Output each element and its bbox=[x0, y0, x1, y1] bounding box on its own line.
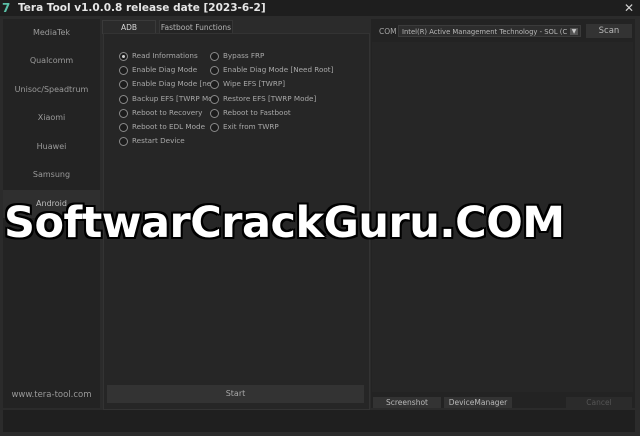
option-label: Enable Diag Mode bbox=[132, 65, 198, 74]
option-label: Enable Diag Mode [Need Root] bbox=[223, 65, 334, 74]
option-label: Restore EFS [TWRP Mode] bbox=[223, 94, 317, 103]
option-label: Reboot to EDL Mode bbox=[132, 122, 206, 131]
start-button[interactable]: Start bbox=[107, 385, 364, 403]
radio-icon bbox=[210, 52, 219, 61]
sidebar-item-unisoc[interactable]: Unisoc/Speadtrum bbox=[3, 76, 100, 104]
app-logo-icon: 7 bbox=[2, 1, 11, 15]
option-label: Reboot to Recovery bbox=[132, 108, 203, 117]
device-manager-button[interactable]: DeviceManager bbox=[444, 397, 512, 408]
sidebar-item-mediatek[interactable]: MediaTek bbox=[3, 19, 100, 47]
log-output-area[interactable] bbox=[372, 42, 633, 392]
radio-icon bbox=[119, 66, 128, 75]
sidebar-item-android[interactable]: Android bbox=[3, 190, 100, 218]
radio-icon bbox=[210, 66, 219, 75]
sidebar-item-xiaomi[interactable]: Xiaomi bbox=[3, 104, 100, 132]
option-label: Exit from TWRP bbox=[223, 122, 279, 131]
radio-selected-icon bbox=[119, 52, 128, 61]
sidebar-item-qualcomm[interactable]: Qualcomm bbox=[3, 47, 100, 75]
adb-functions-panel bbox=[103, 33, 370, 410]
com-port-value: Intel(R) Active Management Technology - … bbox=[402, 28, 568, 36]
option-label: Restart Device bbox=[132, 136, 185, 145]
cancel-button[interactable]: Cancel bbox=[566, 397, 632, 408]
brand-sidebar: MediaTek Qualcomm Unisoc/Speadtrum Xiaom… bbox=[3, 19, 100, 408]
option-label: Backup EFS [TWRP Mod bbox=[132, 94, 218, 103]
title-bar: 7 Tera Tool v1.0.0.8 release date [2023-… bbox=[0, 0, 640, 16]
tab-adb-functions[interactable]: ADB Functions bbox=[102, 20, 156, 45]
radio-icon bbox=[119, 95, 128, 104]
sidebar-item-huawei[interactable]: Huawei bbox=[3, 133, 100, 161]
radio-icon bbox=[119, 109, 128, 118]
radio-icon bbox=[119, 123, 128, 132]
option-label: Wipe EFS [TWRP] bbox=[223, 79, 286, 88]
chevron-down-icon[interactable]: ▼ bbox=[570, 28, 578, 35]
option-label: Enable Diag Mode [new bbox=[132, 79, 218, 88]
radio-icon bbox=[210, 80, 219, 89]
option-label: Bypass FRP bbox=[223, 51, 265, 60]
close-icon[interactable]: ✕ bbox=[624, 0, 634, 16]
status-bar bbox=[3, 410, 635, 432]
radio-icon bbox=[119, 137, 128, 146]
radio-icon bbox=[119, 80, 128, 89]
radio-icon bbox=[210, 95, 219, 104]
option-label: Read Informations bbox=[132, 51, 198, 60]
screenshot-button[interactable]: Screenshot bbox=[373, 397, 441, 408]
com-port-select[interactable]: Intel(R) Active Management Technology - … bbox=[398, 25, 581, 37]
website-link[interactable]: www.tera-tool.com bbox=[3, 390, 100, 400]
radio-icon bbox=[210, 109, 219, 118]
radio-icon bbox=[210, 123, 219, 132]
com-label: COM bbox=[379, 27, 397, 36]
window-title: Tera Tool v1.0.0.8 release date [2023-6-… bbox=[18, 2, 266, 14]
sidebar-item-samsung[interactable]: Samsung bbox=[3, 161, 100, 189]
option-label: Reboot to Fastboot bbox=[223, 108, 291, 117]
scan-button[interactable]: Scan bbox=[586, 24, 632, 38]
